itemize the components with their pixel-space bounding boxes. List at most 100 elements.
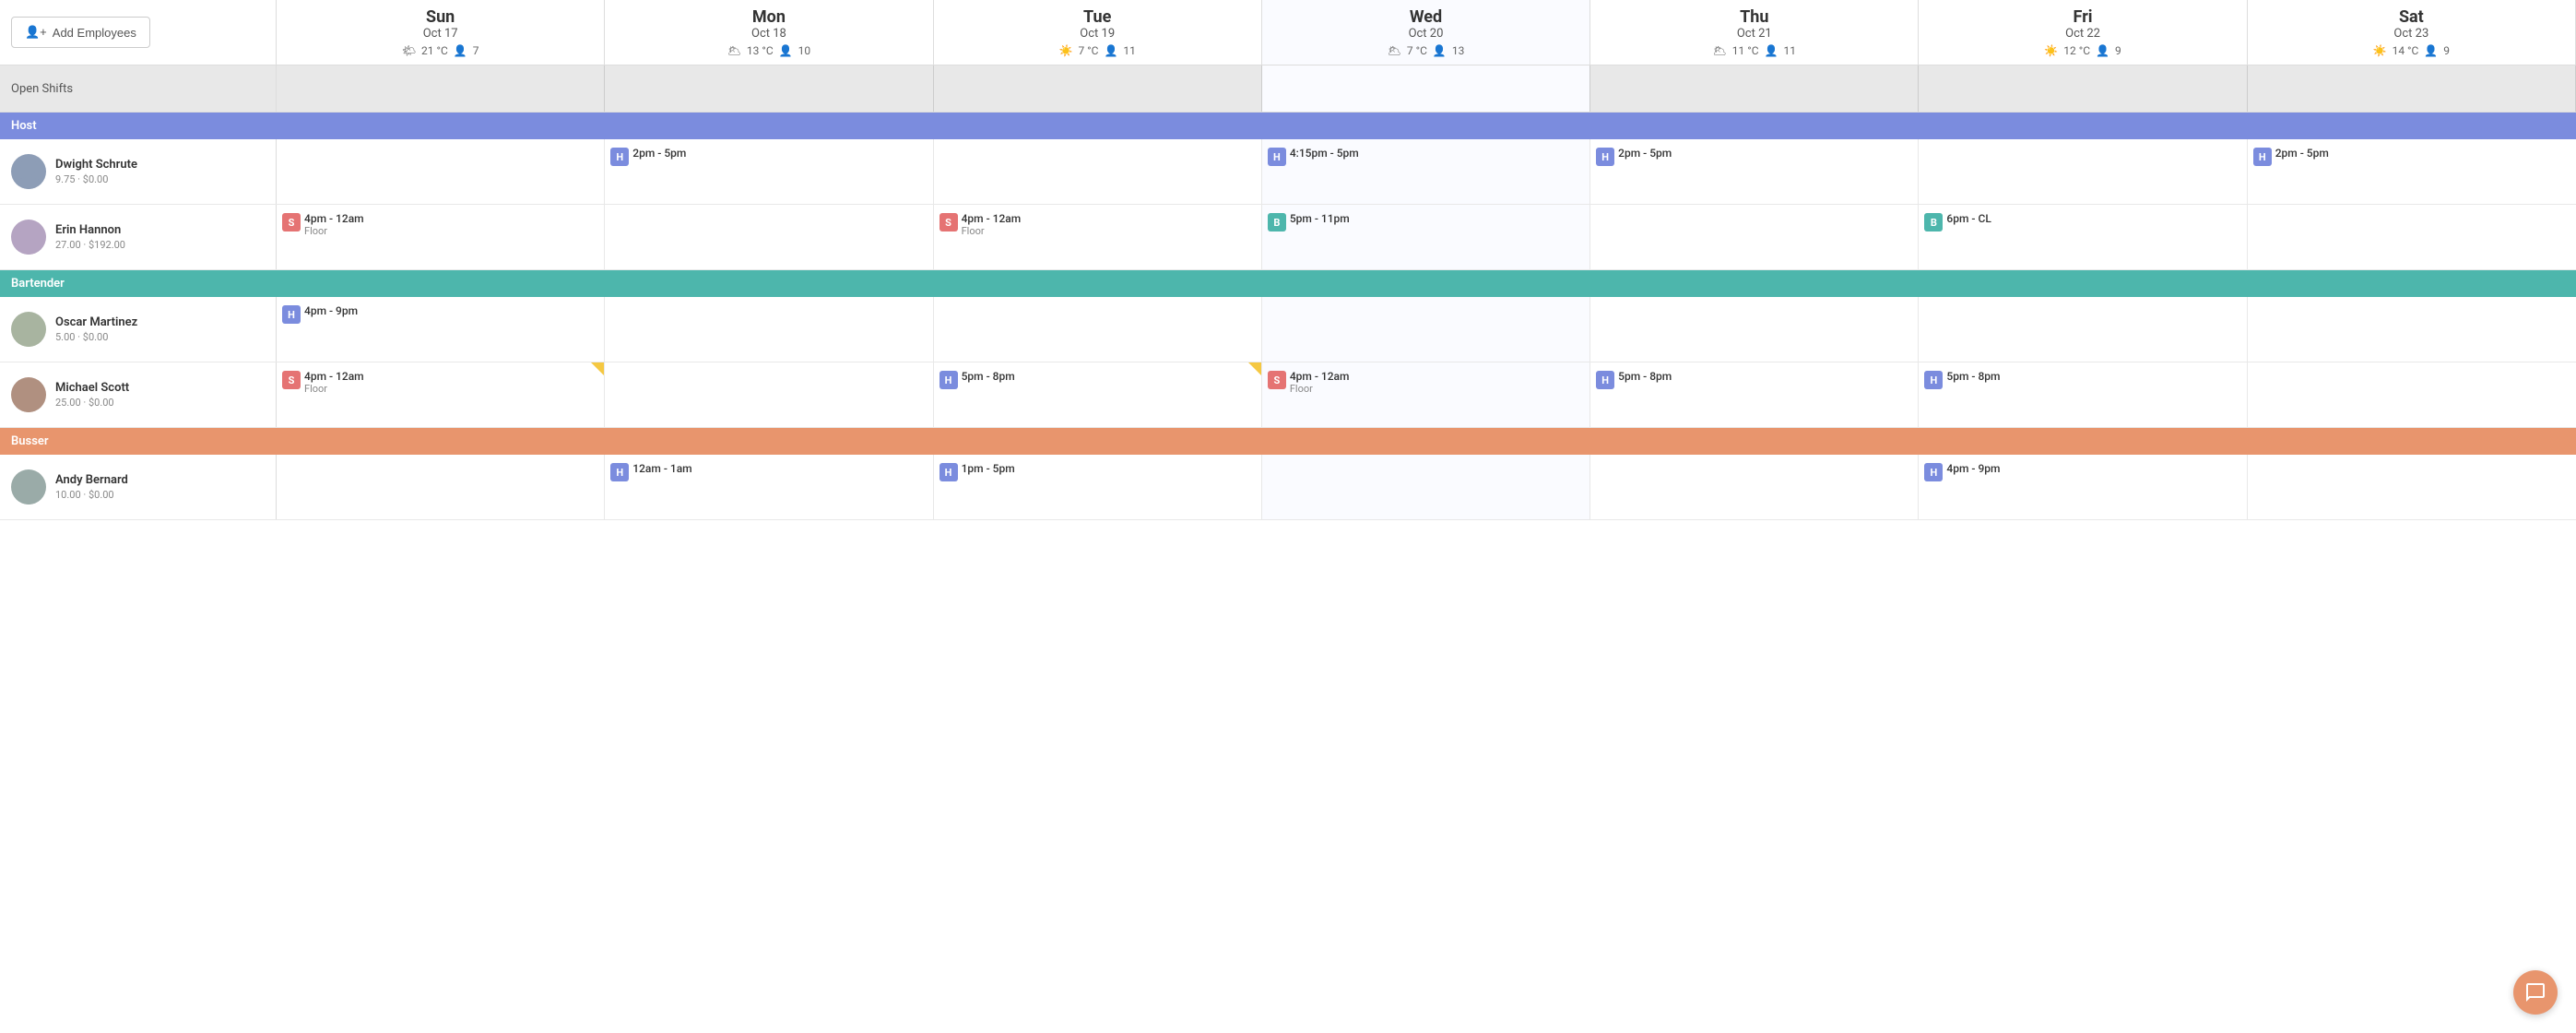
shift-block[interactable]: S 4pm - 12am Floor [280, 208, 600, 241]
andy-sat[interactable] [2248, 455, 2576, 519]
oscar-thu[interactable] [1590, 297, 1919, 362]
people-icon-wed: 👤 [1433, 44, 1447, 57]
erin-thu[interactable] [1590, 205, 1919, 269]
people-count-wed: 13 [1452, 44, 1465, 57]
oscar-fri[interactable] [1919, 297, 2247, 362]
andy-mon[interactable]: H 12am - 1am [605, 455, 933, 519]
weather-icon-sun: 🌤 [402, 44, 416, 57]
andy-wed[interactable] [1262, 455, 1590, 519]
header-fri: Fri Oct 22 ☀️ 12 °C 👤 9 [1919, 0, 2247, 65]
oscar-tue[interactable] [934, 297, 1262, 362]
employee-info-dwight: Dwight Schrute 9.75 · $0.00 [55, 158, 137, 185]
employee-cell-erin: Erin Hannon 27.00 · $192.00 [0, 205, 277, 269]
employee-info-oscar: Oscar Martinez 5.00 · $0.00 [55, 315, 137, 343]
shift-block[interactable]: H 5pm - 8pm [1594, 366, 1914, 393]
shift-block[interactable]: S 4pm - 12am Floor [1266, 366, 1586, 398]
calendar-header: 👤+ Add Employees Sun Oct 17 🌤 21 °C 👤 7 … [0, 0, 2576, 65]
erin-fri[interactable]: B 6pm - CL [1919, 205, 2247, 269]
busser-section-title: Busser [0, 428, 2576, 455]
shift-block[interactable]: H 12am - 1am [609, 458, 928, 485]
erin-sat[interactable] [2248, 205, 2576, 269]
dwight-sat[interactable]: H 2pm - 5pm [2248, 139, 2576, 204]
shift-block[interactable]: S 4pm - 12am Floor [280, 366, 600, 398]
header-thu: Thu Oct 21 🌥 11 °C 👤 11 [1590, 0, 1919, 65]
oscar-sat[interactable] [2248, 297, 2576, 362]
shift-time: 4:15pm - 5pm [1290, 147, 1359, 160]
shift-time: 4pm - 9pm [1946, 462, 2000, 475]
erin-sun[interactable]: S 4pm - 12am Floor [277, 205, 605, 269]
shift-time: 5pm - 8pm [1946, 370, 2000, 383]
shift-block[interactable]: H 4pm - 9pm [1922, 458, 2242, 485]
erin-wed[interactable]: B 5pm - 11pm [1262, 205, 1590, 269]
michael-mon[interactable] [605, 362, 933, 427]
corner-triangle-indicator [591, 362, 604, 375]
dwight-wed[interactable]: H 4:15pm - 5pm [1262, 139, 1590, 204]
shift-block[interactable]: H 5pm - 8pm [1922, 366, 2242, 393]
shift-block[interactable]: H 2pm - 5pm [1594, 143, 1914, 170]
shift-badge-h: H [1924, 371, 1943, 389]
dwight-mon[interactable]: H 2pm - 5pm [605, 139, 933, 204]
day-date-tue: Oct 19 [943, 27, 1252, 41]
shift-block[interactable]: S 4pm - 12am Floor [938, 208, 1258, 241]
andy-fri[interactable]: H 4pm - 9pm [1919, 455, 2247, 519]
dwight-tue[interactable] [934, 139, 1262, 204]
shift-badge-h: H [1268, 148, 1286, 166]
erin-tue[interactable]: S 4pm - 12am Floor [934, 205, 1262, 269]
oscar-sun[interactable]: H 4pm - 9pm [277, 297, 605, 362]
michael-tue[interactable]: H 5pm - 8pm [934, 362, 1262, 427]
michael-sat[interactable] [2248, 362, 2576, 427]
weather-icon-mon: 🌥 [727, 44, 741, 57]
header-sun: Sun Oct 17 🌤 21 °C 👤 7 [277, 0, 605, 65]
open-shifts-thu[interactable] [1590, 65, 1919, 112]
michael-wed[interactable]: S 4pm - 12am Floor [1262, 362, 1590, 427]
shift-badge-h: H [1596, 371, 1614, 389]
open-shifts-mon[interactable] [605, 65, 933, 112]
temp-fri: 12 °C [2063, 44, 2090, 57]
shift-info: 4pm - 12am Floor [1290, 370, 1350, 395]
open-shifts-tue[interactable] [934, 65, 1262, 112]
people-icon-mon: 👤 [779, 44, 793, 57]
oscar-mon[interactable] [605, 297, 933, 362]
day-date-sat: Oct 23 [2257, 27, 2566, 41]
open-shifts-sat[interactable] [2248, 65, 2576, 112]
shift-block[interactable]: H 5pm - 8pm [938, 366, 1258, 393]
shift-info: 4pm - 12am Floor [962, 212, 1022, 237]
michael-fri[interactable]: H 5pm - 8pm [1919, 362, 2247, 427]
andy-tue[interactable]: H 1pm - 5pm [934, 455, 1262, 519]
shift-info: 5pm - 11pm [1290, 212, 1350, 225]
michael-sun[interactable]: S 4pm - 12am Floor [277, 362, 605, 427]
shift-badge-h: H [1924, 463, 1943, 481]
andy-sun[interactable] [277, 455, 605, 519]
chat-button[interactable] [2513, 970, 2558, 1015]
oscar-wed[interactable] [1262, 297, 1590, 362]
andy-thu[interactable] [1590, 455, 1919, 519]
shift-time: 4pm - 12am [1290, 370, 1350, 383]
shift-block[interactable]: H 4:15pm - 5pm [1266, 143, 1586, 170]
dwight-fri[interactable] [1919, 139, 2247, 204]
open-shifts-sun[interactable] [277, 65, 605, 112]
shift-sub: Floor [304, 383, 364, 395]
add-employees-button[interactable]: 👤+ Add Employees [11, 17, 150, 48]
shift-block[interactable]: H 2pm - 5pm [2251, 143, 2572, 170]
michael-thu[interactable]: H 5pm - 8pm [1590, 362, 1919, 427]
shift-badge-s: S [282, 371, 301, 389]
open-shifts-fri[interactable] [1919, 65, 2247, 112]
employee-info-erin: Erin Hannon 27.00 · $192.00 [55, 223, 125, 251]
shift-block[interactable]: H 1pm - 5pm [938, 458, 1258, 485]
shift-badge-h: H [282, 305, 301, 324]
day-weather-fri: ☀️ 12 °C 👤 9 [1928, 44, 2237, 57]
dwight-sun[interactable] [277, 139, 605, 204]
shift-time: 5pm - 8pm [1618, 370, 1672, 383]
bartender-section-title: Bartender [0, 270, 2576, 297]
shift-block[interactable]: B 5pm - 11pm [1266, 208, 1586, 235]
day-date-sun: Oct 17 [286, 27, 595, 41]
shift-block[interactable]: H 4pm - 9pm [280, 301, 600, 327]
day-weather-sun: 🌤 21 °C 👤 7 [286, 44, 595, 57]
shift-block[interactable]: H 2pm - 5pm [609, 143, 928, 170]
dwight-thu[interactable]: H 2pm - 5pm [1590, 139, 1919, 204]
open-shifts-wed[interactable] [1262, 65, 1590, 112]
shift-time: 12am - 1am [632, 462, 691, 475]
shift-block[interactable]: B 6pm - CL [1922, 208, 2242, 235]
employee-info-andy: Andy Bernard 10.00 · $0.00 [55, 473, 128, 501]
erin-mon[interactable] [605, 205, 933, 269]
